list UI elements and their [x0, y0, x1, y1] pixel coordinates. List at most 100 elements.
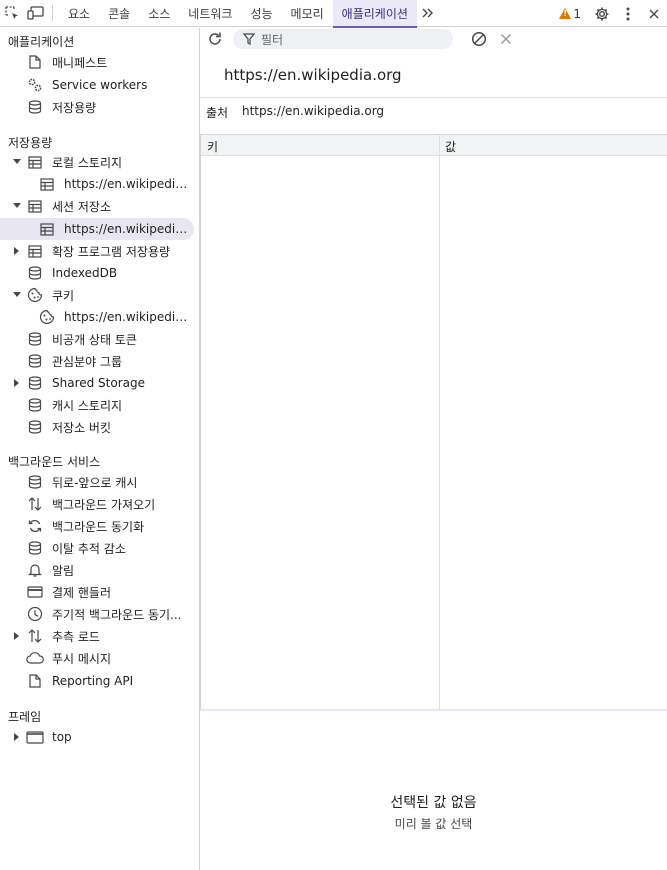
- bell-icon: [26, 561, 44, 579]
- sidebar-item-label: 로컬 스토리지: [52, 155, 123, 170]
- application-sidebar: 애플리케이션 매니페스트 Service workers 저장용량 저장용량 로…: [0, 28, 200, 870]
- caret-right-icon[interactable]: [12, 378, 22, 388]
- sidebar-item-frame-top[interactable]: top: [0, 726, 199, 748]
- database-icon: [26, 418, 44, 436]
- sidebar-item-label: https://en.wikipedia.o...: [64, 177, 194, 191]
- sidebar-item-indexeddb[interactable]: IndexedDB: [0, 262, 199, 284]
- sidebar-item-payment-handler[interactable]: 결제 핸들러: [0, 581, 199, 603]
- sidebar-item-notifications[interactable]: 알림: [0, 559, 199, 581]
- table-icon: [26, 153, 44, 171]
- origin-row: 출처 https://en.wikipedia.org: [206, 104, 384, 121]
- panel-splitter[interactable]: [200, 709, 667, 711]
- sidebar-item-label: 비공개 상태 토큰: [52, 332, 137, 347]
- clock-icon: [26, 605, 44, 623]
- tab-memory[interactable]: 메모리: [282, 0, 333, 27]
- sidebar-item-push-messaging[interactable]: 푸시 메시지: [0, 647, 199, 669]
- sidebar-item-reporting-api[interactable]: Reporting API: [0, 670, 199, 692]
- caret-down-icon[interactable]: [12, 157, 22, 167]
- gears-icon: [26, 76, 44, 94]
- document-icon: [26, 672, 44, 690]
- column-header-value[interactable]: 값: [445, 138, 456, 155]
- warnings-button[interactable]: 1: [551, 7, 589, 21]
- empty-preview-subtitle: 미리 볼 값 선택: [394, 817, 473, 831]
- device-toolbar-icon[interactable]: [24, 0, 48, 27]
- column-header-key[interactable]: 키: [207, 138, 218, 155]
- sidebar-item-periodic-sync[interactable]: 주기적 백그라운드 동기...: [0, 603, 199, 625]
- table-icon: [26, 242, 44, 260]
- caret-down-icon[interactable]: [12, 290, 22, 300]
- tab-console[interactable]: 콘솔: [99, 0, 139, 27]
- sidebar-item-label: 이탈 추적 감소: [52, 541, 126, 556]
- filter-input[interactable]: 필터: [233, 29, 453, 49]
- clear-all-icon[interactable]: [470, 30, 488, 48]
- sidebar-item-bounce-tracking[interactable]: 이탈 추적 감소: [0, 537, 199, 559]
- sidebar-item-label: Shared Storage: [52, 376, 146, 390]
- storage-view-pane: 필터 https://en.wikipedia.org 출처 https://e…: [200, 28, 667, 870]
- sidebar-item-cookies[interactable]: 쿠키: [0, 284, 199, 306]
- more-options-icon[interactable]: [615, 0, 641, 27]
- caret-right-icon[interactable]: [12, 246, 22, 256]
- caret-down-icon[interactable]: [12, 201, 22, 211]
- close-devtools-icon[interactable]: [641, 0, 667, 27]
- tab-application[interactable]: 애플리케이션: [332, 0, 418, 28]
- section-title-application: 애플리케이션: [8, 35, 75, 49]
- sidebar-item-storage[interactable]: 저장용량: [0, 96, 199, 118]
- sidebar-item-label: 세션 저장소: [52, 199, 112, 214]
- caret-right-icon[interactable]: [12, 732, 22, 742]
- key-value-table[interactable]: 키 값: [200, 134, 667, 710]
- sidebar-item-label: top: [52, 730, 72, 744]
- document-icon: [26, 53, 44, 71]
- sidebar-item-interest-groups[interactable]: 관심분야 그룹: [0, 350, 199, 372]
- sidebar-item-private-state-tokens[interactable]: 비공개 상태 토큰: [0, 328, 199, 350]
- empty-preview-title: 선택된 값 없음: [390, 795, 477, 811]
- sidebar-item-local-storage-origin[interactable]: https://en.wikipedia.o...: [0, 173, 199, 195]
- sidebar-item-label: 알림: [52, 563, 75, 578]
- sidebar-item-shared-storage[interactable]: Shared Storage: [0, 372, 199, 394]
- section-title-frames: 프레임: [8, 710, 42, 724]
- tab-network[interactable]: 네트워크: [179, 0, 241, 27]
- refresh-icon[interactable]: [206, 30, 224, 48]
- sidebar-item-cache-storage[interactable]: 캐시 스토리지: [0, 394, 199, 416]
- sidebar-item-bfcache[interactable]: 뒤로-앞으로 캐시: [0, 471, 199, 493]
- caret-right-icon[interactable]: [12, 631, 22, 641]
- settings-gear-icon[interactable]: [589, 0, 615, 27]
- delete-selected-icon[interactable]: [497, 30, 515, 48]
- sidebar-item-background-fetch[interactable]: 백그라운드 가져오기: [0, 493, 199, 515]
- sidebar-item-speculative-loads[interactable]: 추측 로드: [0, 625, 199, 647]
- divider: [200, 97, 667, 98]
- more-tabs-icon[interactable]: [417, 0, 439, 27]
- cookie-icon: [38, 308, 56, 326]
- sidebar-item-service-workers[interactable]: Service workers: [0, 74, 199, 96]
- sidebar-item-storage-buckets[interactable]: 저장소 버킷: [0, 416, 199, 438]
- column-divider[interactable]: [439, 135, 440, 709]
- database-icon: [26, 473, 44, 491]
- section-title-storage: 저장용량: [8, 136, 53, 150]
- sidebar-item-local-storage[interactable]: 로컬 스토리지: [0, 151, 199, 173]
- database-icon: [26, 396, 44, 414]
- sidebar-item-label: 저장소 버킷: [52, 420, 112, 435]
- sidebar-item-session-storage[interactable]: 세션 저장소: [0, 195, 199, 217]
- origin-value: https://en.wikipedia.org: [242, 104, 385, 118]
- tab-elements[interactable]: 요소: [59, 0, 99, 27]
- inspect-element-icon[interactable]: [0, 0, 24, 27]
- toolbar-divider: [52, 5, 53, 21]
- devtools-toolbar: 요소 콘솔 소스 네트워크 성능 메모리 애플리케이션 1: [0, 0, 667, 28]
- database-icon: [26, 352, 44, 370]
- tab-sources[interactable]: 소스: [139, 0, 179, 27]
- sidebar-item-manifest[interactable]: 매니페스트: [0, 51, 199, 73]
- sidebar-item-label: 쿠키: [52, 288, 75, 303]
- sidebar-item-label: 백그라운드 동기화: [52, 519, 145, 534]
- up-down-arrows-icon: [26, 627, 44, 645]
- sidebar-item-label: 추측 로드: [52, 629, 100, 644]
- sync-icon: [26, 517, 44, 535]
- tab-performance[interactable]: 성능: [241, 0, 281, 27]
- origin-label: 출처: [206, 106, 229, 120]
- database-icon: [26, 374, 44, 392]
- sidebar-item-extension-storage[interactable]: 확장 프로그램 저장용량: [0, 240, 199, 262]
- table-icon: [26, 197, 44, 215]
- sidebar-item-label: 관심분야 그룹: [52, 354, 123, 369]
- sidebar-item-background-sync[interactable]: 백그라운드 동기화: [0, 515, 199, 537]
- sidebar-item-label: 결제 핸들러: [52, 585, 112, 600]
- sidebar-item-session-storage-origin[interactable]: https://en.wikipedia.o...: [0, 218, 194, 240]
- sidebar-item-cookies-origin[interactable]: https://en.wikipedia.o...: [0, 306, 199, 328]
